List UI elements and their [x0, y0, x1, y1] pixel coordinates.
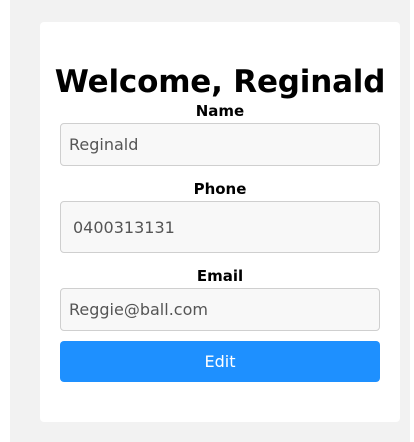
page-background: Welcome, Reginald Name Phone Email Edit: [10, 0, 410, 442]
name-label: Name: [195, 102, 245, 120]
phone-label: Phone: [193, 180, 247, 198]
page-title: Welcome, Reginald: [54, 64, 386, 100]
profile-card: Welcome, Reginald Name Phone Email Edit: [40, 22, 400, 422]
email-label: Email: [196, 267, 244, 285]
phone-field[interactable]: [60, 201, 380, 253]
email-field[interactable]: [60, 288, 380, 331]
name-field[interactable]: [60, 123, 380, 166]
edit-button[interactable]: Edit: [60, 341, 380, 382]
